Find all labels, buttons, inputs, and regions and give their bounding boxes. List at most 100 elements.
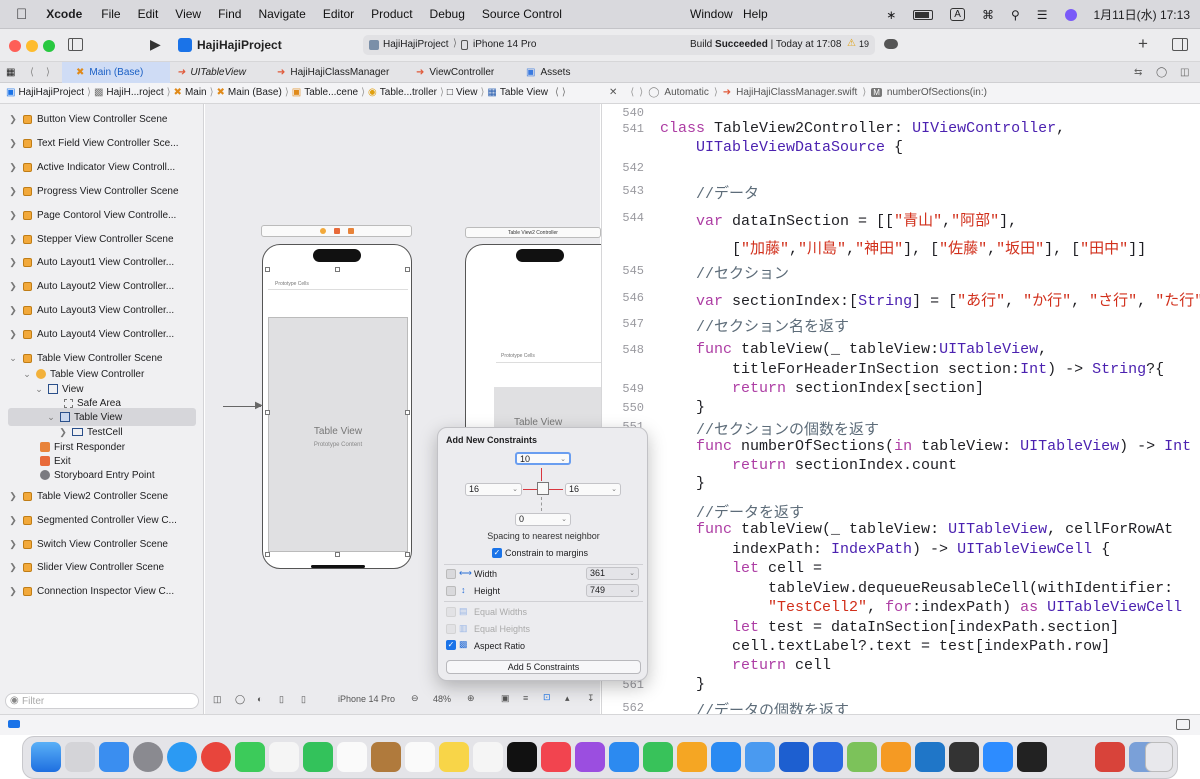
- add-constraints-button[interactable]: Add 5 Constraints: [446, 660, 641, 674]
- messages-icon[interactable]: [235, 742, 265, 772]
- app-store-icon[interactable]: [711, 742, 741, 772]
- top-constraint-strut[interactable]: [541, 468, 542, 481]
- jump-item[interactable]: numberOfSections(in:): [887, 87, 987, 98]
- orientation-icon[interactable]: ▯: [279, 694, 284, 705]
- add-library-icon[interactable]: +: [1138, 34, 1148, 54]
- chevron-right-icon[interactable]: ❯: [8, 257, 18, 268]
- scene-row[interactable]: ❯ Auto Layout1 View Controller...: [0, 252, 204, 272]
- equal-widths-checkbox[interactable]: [446, 607, 456, 617]
- jump-item[interactable]: Main (Base): [228, 87, 282, 98]
- github-icon[interactable]: [949, 742, 979, 772]
- outline-row[interactable]: Storyboard Entry Point: [0, 466, 204, 484]
- apple-menu-icon[interactable]: : [16, 6, 27, 23]
- scene-row[interactable]: ❯ Auto Layout2 View Controller...: [0, 276, 204, 296]
- xcode-icon[interactable]: [745, 742, 775, 772]
- chevron-right-icon[interactable]: ❯: [8, 138, 18, 149]
- music-icon[interactable]: [541, 742, 571, 772]
- code-line[interactable]: 555 //データを返す: [602, 501, 1200, 522]
- chevron-right-icon[interactable]: ❯: [58, 427, 68, 438]
- code-line[interactable]: 548 func tableView(_ tableView:UITableVi…: [602, 341, 1200, 360]
- chevron-right-icon[interactable]: ❯: [8, 210, 18, 221]
- scene-row[interactable]: ❯ Stepper View Controller Scene: [0, 229, 204, 249]
- resize-handle[interactable]: [265, 267, 270, 272]
- jump-item[interactable]: HajiHajiProject: [18, 87, 84, 98]
- scene-dock[interactable]: [261, 225, 412, 237]
- menu-app-name[interactable]: Xcode: [46, 7, 82, 21]
- dictionary-icon[interactable]: [1095, 742, 1125, 772]
- chevron-down-icon[interactable]: ⌄: [22, 369, 32, 380]
- code-line[interactable]: 554 }: [602, 475, 1200, 494]
- chevron-down-icon[interactable]: ⌄: [512, 484, 518, 495]
- scene2-title[interactable]: Table View2 Controller: [465, 227, 601, 238]
- code-line[interactable]: 553 return sectionIndex.count: [602, 457, 1200, 476]
- swap-icon[interactable]: ⇆: [1134, 62, 1142, 83]
- align-icon[interactable]: ≡: [523, 693, 528, 703]
- bottom-constraint-field[interactable]: 0 ⌄: [515, 513, 571, 526]
- keynote-icon[interactable]: [609, 742, 639, 772]
- vscode-icon[interactable]: [915, 742, 945, 772]
- device-frame-icon[interactable]: ▯: [301, 694, 306, 705]
- warning-count[interactable]: 19: [859, 39, 869, 49]
- width-field[interactable]: 361 ⌄: [586, 567, 639, 580]
- jump-item[interactable]: Table...troller: [380, 87, 437, 98]
- freeform-icon[interactable]: [473, 742, 503, 772]
- scene-row[interactable]: ❯ Connection Inspector View C...: [0, 581, 204, 601]
- jump-item[interactable]: HajiH...roject: [106, 87, 163, 98]
- code-line[interactable]: 559 cell.textLabel?.text = test[indexPat…: [602, 638, 1200, 657]
- top-constraint-field[interactable]: 10 ⌄: [515, 452, 571, 465]
- resize-handle[interactable]: [265, 410, 270, 415]
- siri-icon[interactable]: [1064, 8, 1077, 21]
- minimize-window-button[interactable]: [26, 40, 38, 52]
- appearance-icon[interactable]: ◯: [235, 694, 245, 705]
- code-line[interactable]: 550 }: [602, 399, 1200, 418]
- zoom-window-button[interactable]: [43, 40, 55, 52]
- sidebar-toggle-icon[interactable]: [68, 38, 83, 51]
- resize-handle[interactable]: [405, 410, 410, 415]
- calendar-icon[interactable]: [337, 742, 367, 772]
- scene-row[interactable]: ❯ Active Indicator View Controll...: [0, 157, 204, 177]
- selected-table-view[interactable]: Table View Prototype Content: [268, 317, 408, 552]
- simulator-icon[interactable]: [813, 742, 843, 772]
- device-config-button[interactable]: iPhone 14 Pro: [338, 694, 395, 704]
- chevron-down-icon[interactable]: ⌄: [34, 384, 44, 395]
- chevron-right-icon[interactable]: ❯: [8, 515, 18, 526]
- code-line[interactable]: titleForHeaderInSection section:Int) -> …: [602, 361, 1200, 380]
- menu-product[interactable]: Product: [371, 7, 412, 21]
- zoom-level[interactable]: 48%: [433, 694, 451, 704]
- inspector-toggle-icon[interactable]: [1172, 38, 1188, 51]
- dark-mode-icon[interactable]: ◐: [257, 694, 262, 704]
- input-mode-indicator[interactable]: A: [950, 8, 965, 21]
- height-checkbox[interactable]: [446, 586, 456, 596]
- code-line[interactable]: 546 var sectionIndex:[String] = ["あ行", "…: [602, 289, 1200, 310]
- bottom-panel-icon[interactable]: [1176, 719, 1190, 730]
- resize-handle[interactable]: [265, 552, 270, 557]
- debug-area-toggle-icon[interactable]: [8, 720, 20, 728]
- jump-item[interactable]: Automatic: [664, 87, 708, 98]
- menu-window[interactable]: Window: [690, 7, 733, 21]
- tab-forward-icon[interactable]: ⟩: [46, 62, 50, 83]
- code-line[interactable]: indexPath: IndexPath) -> UITableViewCell…: [602, 541, 1200, 560]
- text-editor-icon[interactable]: [847, 742, 877, 772]
- tv-icon[interactable]: [507, 742, 537, 772]
- source-editor[interactable]: 540 541 class TableView2Controller: UIView…: [601, 104, 1200, 720]
- jump-item[interactable]: HajiHajiClassManager.swift: [736, 87, 857, 98]
- filter-field[interactable]: ◉ Filter: [5, 693, 199, 709]
- launchpad-icon[interactable]: [65, 742, 95, 772]
- code-line[interactable]: 556 func tableView(_ tableView: UITableV…: [602, 521, 1200, 540]
- code-line[interactable]: 543 //データ: [602, 182, 1200, 203]
- menu-find[interactable]: Find: [218, 7, 241, 21]
- tab-uitableview[interactable]: ➜ UITableView: [177, 62, 246, 83]
- scene-row[interactable]: ❯ Progress View Controller Scene: [0, 181, 204, 201]
- chevron-down-icon[interactable]: ⌄: [629, 585, 635, 596]
- back-icon[interactable]: ⟨: [630, 87, 634, 98]
- close-window-button[interactable]: [9, 40, 21, 52]
- scene-row[interactable]: ❯ Page Contorol View Controlle...: [0, 205, 204, 225]
- embed-icon[interactable]: ↧: [587, 693, 595, 704]
- menu-edit[interactable]: Edit: [138, 7, 159, 21]
- next-issue-icon[interactable]: ⟩: [562, 87, 566, 98]
- chevron-right-icon[interactable]: ❯: [8, 491, 18, 502]
- exit-icon[interactable]: [348, 228, 354, 234]
- jump-item[interactable]: Table View: [500, 87, 548, 98]
- books-icon[interactable]: [881, 742, 911, 772]
- safari-icon[interactable]: [167, 742, 197, 772]
